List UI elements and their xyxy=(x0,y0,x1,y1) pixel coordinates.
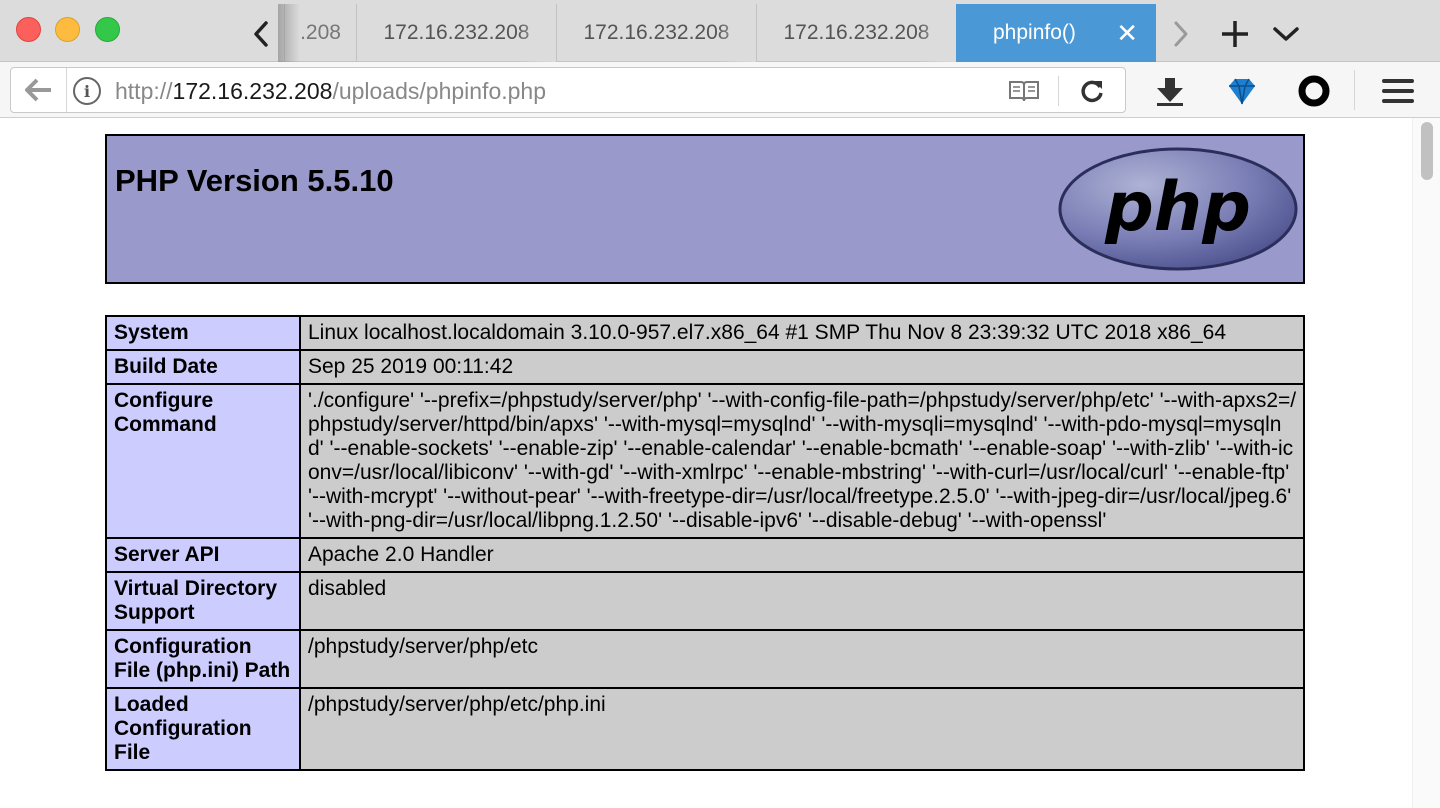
tab-scroll-fade xyxy=(278,4,300,62)
row-value: /phpstudy/server/php/etc/php.ini xyxy=(299,687,1305,771)
url-scheme: http:// xyxy=(115,78,173,104)
row-key: Configuration File (php.ini) Path xyxy=(105,629,301,689)
hamburger-menu-icon xyxy=(1382,79,1414,103)
table-row: Build Date Sep 25 2019 00:11:42 xyxy=(105,349,1305,385)
php-version-header: PHP Version 5.5.10 php xyxy=(105,134,1305,284)
table-row: System Linux localhost.localdomain 3.10.0… xyxy=(105,315,1305,351)
new-tab-button[interactable] xyxy=(1210,6,1260,62)
php-logo-text: php xyxy=(1104,168,1251,247)
download-arrow-icon xyxy=(1157,78,1183,106)
menu-button[interactable] xyxy=(1376,72,1420,110)
row-value: Linux localhost.localdomain 3.10.0-957.e… xyxy=(299,315,1305,351)
table-row: Configuration File (php.ini) Path/phpstu… xyxy=(105,629,1305,689)
php-logo[interactable]: php xyxy=(1057,146,1299,272)
minimize-window-button[interactable] xyxy=(55,17,80,42)
tab-bar: .208 172.16.232.208 172.16.232.208 172.1… xyxy=(0,0,1440,62)
nav-bar: i http://172.16.232.208/uploads/phpinfo.… xyxy=(0,62,1440,118)
tab-label: 172.16.232.208 xyxy=(783,21,930,44)
row-value: /phpstudy/server/php/etc xyxy=(299,629,1305,689)
row-value: disabled xyxy=(299,571,1305,631)
table-row: Configure Command './configure' '--prefix… xyxy=(105,383,1305,539)
tab-label: .208 xyxy=(300,21,341,44)
row-key: Server API xyxy=(105,537,301,573)
url-host: 172.16.232.208 xyxy=(172,78,333,104)
list-all-tabs-button[interactable] xyxy=(1262,6,1310,62)
chevron-down-icon xyxy=(1273,27,1299,41)
scrollbar-thumb[interactable] xyxy=(1421,122,1433,180)
row-key: Virtual Directory Support xyxy=(105,571,301,631)
scroll-tabs-right-button[interactable] xyxy=(1160,6,1202,62)
row-key: Loaded Configuration File xyxy=(105,687,301,771)
chevron-right-icon xyxy=(1174,21,1188,47)
url-text[interactable]: http://172.16.232.208/uploads/phpinfo.ph… xyxy=(115,78,546,105)
reload-icon xyxy=(1081,80,1103,103)
tab-2[interactable]: 172.16.232.208 xyxy=(356,4,556,62)
vertical-scrollbar[interactable] xyxy=(1412,118,1440,808)
row-key: System xyxy=(105,315,301,351)
tab-label: phpinfo() xyxy=(993,21,1076,44)
url-bar[interactable]: i http://172.16.232.208/uploads/phpinfo.… xyxy=(10,67,1126,113)
table-row: Virtual Directory Support disabled xyxy=(105,571,1305,631)
tab-4[interactable]: 172.16.232.208 xyxy=(756,4,956,62)
downloads-button[interactable] xyxy=(1148,72,1192,110)
close-tab-icon[interactable]: ✕ xyxy=(1116,18,1138,49)
back-button[interactable] xyxy=(11,68,67,112)
row-value: './configure' '--prefix=/phpstudy/server… xyxy=(299,383,1305,539)
table-row: Loaded Configuration File/phpstudy/serve… xyxy=(105,687,1305,771)
extension-button[interactable] xyxy=(1220,72,1264,110)
row-value: Apache 2.0 Handler xyxy=(299,537,1305,573)
chevron-left-icon xyxy=(254,21,268,47)
scroll-tabs-left-button[interactable] xyxy=(240,6,282,62)
site-info-icon[interactable]: i xyxy=(73,77,101,105)
ring-icon xyxy=(1298,75,1330,107)
row-key: Build Date xyxy=(105,349,301,385)
table-row: Server API Apache 2.0 Handler xyxy=(105,537,1305,573)
reload-button[interactable] xyxy=(1075,76,1109,106)
tab-phpinfo[interactable]: phpinfo() ✕ xyxy=(956,4,1156,62)
row-value: Sep 25 2019 00:11:42 xyxy=(299,349,1305,385)
url-path: /uploads/phpinfo.php xyxy=(332,78,547,104)
reader-view-button[interactable] xyxy=(1007,76,1041,106)
plus-icon xyxy=(1222,21,1248,47)
circle-extension-button[interactable] xyxy=(1292,72,1336,110)
back-arrow-icon xyxy=(24,78,51,102)
tab-label: 172.16.232.208 xyxy=(583,21,730,44)
zoom-window-button[interactable] xyxy=(95,17,120,42)
page-title: PHP Version 5.5.10 xyxy=(115,163,394,198)
tab-label: 172.16.232.208 xyxy=(383,21,530,44)
row-key: Configure Command xyxy=(105,383,301,539)
close-window-button[interactable] xyxy=(16,17,41,42)
tab-3[interactable]: 172.16.232.208 xyxy=(556,4,756,62)
diamond-extension-icon xyxy=(1229,78,1255,105)
info-table: System Linux localhost.localdomain 3.10.0… xyxy=(105,315,1305,771)
reader-view-icon xyxy=(1009,81,1039,102)
page-viewport[interactable]: PHP Version 5.5.10 php System Linux local… xyxy=(0,118,1440,808)
